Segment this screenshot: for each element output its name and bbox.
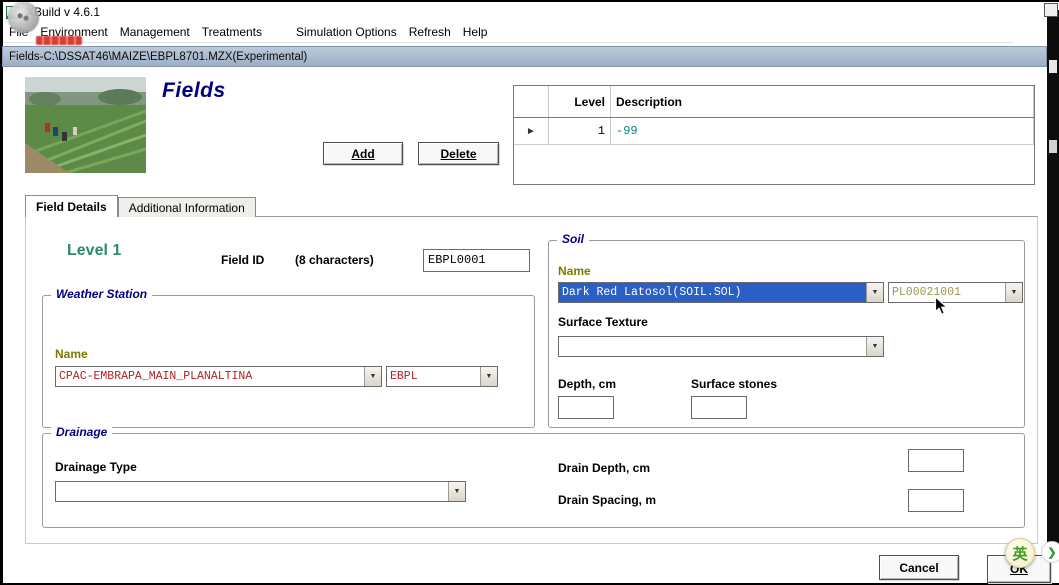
depth-label: Depth, cm [558, 377, 617, 391]
field-photo [24, 77, 147, 175]
delete-button[interactable]: Delete [418, 142, 499, 165]
field-id-label: Field ID [221, 253, 265, 267]
soil-profile-id-combo[interactable]: PL00021001 ▼ [888, 282, 1023, 303]
menu-simulation-options[interactable]: Simulation Options [290, 25, 403, 39]
grid-header-level: Level [549, 86, 611, 117]
surface-stones-input[interactable] [691, 396, 747, 419]
menu-help[interactable]: Help [457, 25, 494, 39]
weather-station-name-label: Name [55, 347, 88, 361]
add-button[interactable]: Add [323, 142, 403, 165]
background-strip-mark [1049, 60, 1057, 73]
grid-cell-level: 1 [549, 118, 611, 144]
menu-bar: File Environment Management Treatments S… [3, 22, 1013, 43]
drain-spacing-input[interactable] [908, 489, 964, 512]
grid-row[interactable]: ► 1 -99 [514, 118, 1034, 145]
background-window-control [1044, 3, 1058, 17]
ime-expand-button[interactable]: ❯ [1041, 541, 1059, 563]
field-id-input[interactable]: EBPL0001 [423, 249, 530, 272]
document-caption-bar[interactable]: Fields-C:\DSSAT46\MAIZE\EBPL8701.MZX(Exp… [2, 46, 1047, 67]
cancel-button-label: Cancel [899, 560, 939, 575]
menu-treatments[interactable]: Treatments [196, 25, 268, 39]
drainage-type-label: Drainage Type [55, 460, 137, 474]
document-caption: Fields-C:\DSSAT46\MAIZE\EBPL8701.MZX(Exp… [9, 50, 308, 63]
surface-stones-label: Surface stones [691, 377, 778, 391]
dropdown-arrow-icon[interactable]: ▼ [866, 283, 883, 302]
surface-texture-value [559, 337, 866, 356]
grid-header-description: Description [611, 86, 1034, 117]
drain-spacing-label: Drain Spacing, m [558, 493, 657, 507]
weather-station-group: Weather Station [42, 287, 535, 428]
menu-refresh[interactable]: Refresh [403, 25, 457, 39]
dropdown-arrow-icon[interactable]: ▼ [364, 367, 381, 386]
levels-grid: Level Description ► 1 -99 [513, 85, 1035, 185]
dropdown-arrow-icon[interactable]: ▼ [866, 337, 883, 356]
grid-header-row: Level Description [514, 86, 1034, 118]
drainage-type-combo[interactable]: ▼ [55, 481, 466, 502]
title-bar: XBuild v 4.6.1 [3, 2, 1043, 22]
weather-station-group-title: Weather Station [51, 287, 153, 301]
background-window-strip [1047, 10, 1059, 555]
surface-texture-label: Surface Texture [558, 315, 648, 329]
depth-input[interactable] [558, 396, 614, 419]
level-title: Level 1 [67, 242, 122, 259]
background-strip-mark [1049, 140, 1057, 153]
menu-management[interactable]: Management [114, 25, 196, 39]
weather-station-code-combo[interactable]: EBPL ▼ [386, 366, 498, 387]
page-title: Fields [162, 79, 226, 102]
field-id-hint: (8 characters) [295, 253, 374, 267]
weather-station-combo[interactable]: CPAC-EMBRAPA_MAIN_PLANALTINA ▼ [55, 366, 382, 387]
row-marker-icon: ► [514, 118, 549, 144]
chevron-right-icon: ❯ [1047, 546, 1057, 559]
tab-additional-information[interactable]: Additional Information [117, 197, 256, 217]
soil-name-label: Name [558, 264, 591, 278]
window-border-left [0, 0, 3, 585]
cancel-button[interactable]: Cancel [879, 555, 959, 580]
weather-station-combo-value: CPAC-EMBRAPA_MAIN_PLANALTINA [59, 370, 253, 383]
drainage-group-title: Drainage [51, 425, 113, 439]
tab-field-details[interactable]: Field Details [25, 195, 118, 217]
grid-cell-description: -99 [611, 118, 1034, 144]
ime-language-badge[interactable]: 英 [1005, 538, 1035, 568]
drain-depth-input[interactable] [908, 449, 964, 472]
soil-group-title: Soil [557, 232, 590, 246]
drain-depth-label: Drain Depth, cm [558, 461, 651, 475]
watermark-logo [8, 2, 39, 33]
surface-texture-combo[interactable]: ▼ [558, 336, 884, 357]
weather-station-code-value: EBPL [390, 370, 418, 383]
ime-language-label: 英 [1012, 545, 1028, 563]
grid-corner-cell [514, 86, 549, 117]
mouse-cursor [934, 295, 949, 322]
soil-name-combo[interactable]: Dark Red Latosol(SOIL.SOL) ▼ [558, 282, 884, 303]
dropdown-arrow-icon[interactable]: ▼ [1005, 283, 1022, 302]
delete-button-label: Delete [440, 146, 477, 161]
soil-group: Soil [548, 232, 1025, 428]
add-button-label: Add [351, 146, 375, 161]
drainage-type-value [56, 482, 448, 501]
dropdown-arrow-icon[interactable]: ▼ [448, 482, 465, 501]
soil-name-combo-value: Dark Red Latosol(SOIL.SOL) [559, 283, 866, 302]
tab-strip: Field Details Additional Information [25, 195, 256, 217]
xbuild-window: XBuild v 4.6.1 File Environment Manageme… [0, 0, 1059, 585]
watermark-red-text [36, 36, 82, 45]
dropdown-arrow-icon[interactable]: ▼ [480, 367, 497, 386]
